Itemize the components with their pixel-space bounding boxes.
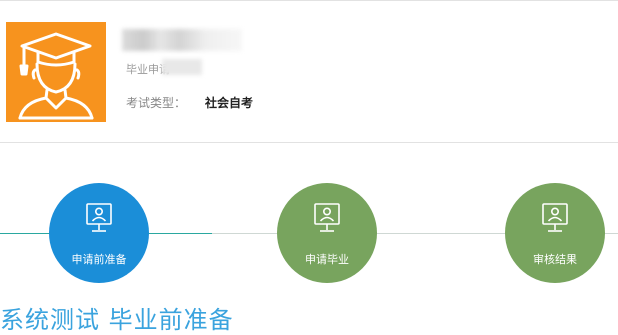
- step-apply-graduation[interactable]: 申请毕业: [277, 183, 377, 283]
- step-label: 申请前准备: [71, 253, 127, 266]
- monitor-user-icon: [86, 203, 112, 232]
- step-prepare-application[interactable]: 申请前准备: [49, 183, 149, 283]
- graduation-text-redacted: [162, 59, 202, 75]
- step-label: 审核结果: [533, 253, 577, 266]
- progress-steps: 申请前准备 申请毕业 审核结果: [0, 143, 618, 293]
- user-name-redacted: [122, 29, 242, 51]
- exam-type-label: 考试类型：: [126, 96, 187, 110]
- exam-type-value: 社会自考: [205, 96, 254, 110]
- monitor-user-icon: [314, 203, 340, 232]
- graduate-avatar-icon: [18, 32, 94, 120]
- avatar: [6, 22, 106, 122]
- step-label: 申请毕业: [305, 253, 349, 266]
- profile-card: 毕业申请 考试类型： 社会自考: [0, 1, 618, 142]
- step-review-result[interactable]: 审核结果: [505, 183, 605, 283]
- monitor-user-icon: [542, 203, 568, 232]
- section-heading: 系统测试 毕业前准备: [0, 306, 234, 334]
